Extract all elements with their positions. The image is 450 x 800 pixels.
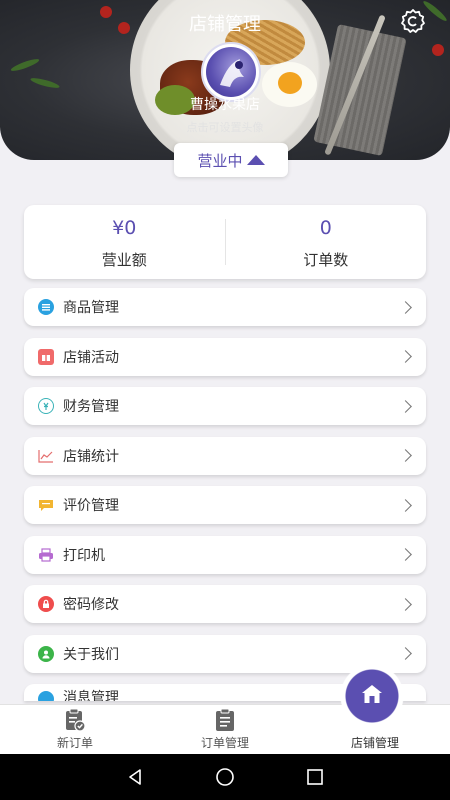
store-header: 店铺管理 曹操水果店 点击可设置头像 (0, 0, 450, 160)
stat-orders: 0 订单数 (226, 205, 427, 279)
list-icon (38, 299, 54, 315)
status-label: 营业中 (197, 151, 243, 170)
menu-item-label: 财务管理 (63, 399, 119, 415)
new-order-icon (66, 708, 86, 732)
user-icon (38, 645, 54, 662)
menu-item-products[interactable]: 商品管理 (24, 288, 426, 326)
stat-revenue: ¥0 营业额 (24, 205, 225, 279)
chart-icon (38, 447, 54, 464)
menu-item-printer[interactable]: 打印机 (24, 535, 426, 574)
menu-item-label: 关于我们 (63, 646, 119, 663)
stats-card: ¥0 营业额 0 订单数 (24, 205, 426, 279)
chevron-right-icon (399, 350, 412, 363)
finance-icon (38, 398, 54, 414)
page-title: 店铺管理 (189, 14, 261, 35)
avatar[interactable] (201, 42, 261, 102)
menu-item-finance[interactable]: 财务管理 (24, 387, 426, 425)
stat-value: ¥0 (112, 217, 137, 239)
avatar-hint[interactable]: 点击可设置头像 (0, 119, 450, 135)
menu-item-label: 评价管理 (63, 498, 119, 514)
menu-item-statistics[interactable]: 店铺统计 (24, 436, 426, 475)
back-icon[interactable] (125, 767, 145, 787)
gift-icon (38, 348, 54, 365)
tab-new-orders[interactable]: 新订单 (0, 705, 150, 754)
system-nav-bar (0, 754, 450, 800)
chevron-right-icon (399, 449, 412, 462)
settings-icon[interactable] (400, 8, 426, 34)
menu-item-label: 密码修改 (63, 597, 119, 613)
tab-label: 新订单 (56, 736, 93, 750)
menu-item-label: 打印机 (63, 547, 105, 564)
comment-icon (38, 497, 54, 513)
avatar-image (206, 47, 256, 97)
tab-label: 店铺管理 (350, 736, 399, 750)
menu-item-password[interactable]: 密码修改 (24, 585, 426, 623)
menu-item-label: 店铺统计 (63, 448, 119, 465)
menu-item-label: 商品管理 (63, 300, 119, 316)
stat-label: 订单数 (303, 251, 349, 269)
store-icon (362, 685, 382, 703)
chevron-right-icon (399, 498, 412, 512)
printer-icon (38, 546, 54, 563)
chevron-right-icon (399, 548, 412, 561)
menu-item-activities[interactable]: 店铺活动 (24, 337, 426, 376)
menu-item-reviews[interactable]: 评价管理 (24, 486, 426, 524)
chevron-right-icon (399, 300, 412, 314)
tab-label: 订单管理 (200, 736, 249, 750)
chevron-right-icon (399, 597, 412, 611)
business-status-button[interactable]: 营业中 (174, 143, 288, 177)
order-list-icon (216, 708, 234, 731)
store-name: 曹操水果店 (190, 97, 260, 113)
stat-value: 0 (319, 217, 332, 239)
chevron-right-icon (399, 399, 412, 413)
lock-icon (38, 596, 54, 612)
stat-label: 营业额 (101, 251, 147, 269)
home-icon[interactable] (215, 767, 235, 787)
message-icon (38, 691, 54, 701)
tab-order-management[interactable]: 订单管理 (150, 705, 300, 754)
samurai-logo-icon (220, 59, 244, 87)
chevron-right-icon (399, 647, 412, 660)
store-menu: 商品管理 店铺活动 财务管理 店铺统计 评价管理 打印机 密码修改 关于我们 消… (24, 288, 426, 713)
menu-item-label: 店铺活动 (63, 349, 119, 366)
triangle-up-icon (246, 155, 265, 165)
recents-icon[interactable] (305, 767, 325, 787)
